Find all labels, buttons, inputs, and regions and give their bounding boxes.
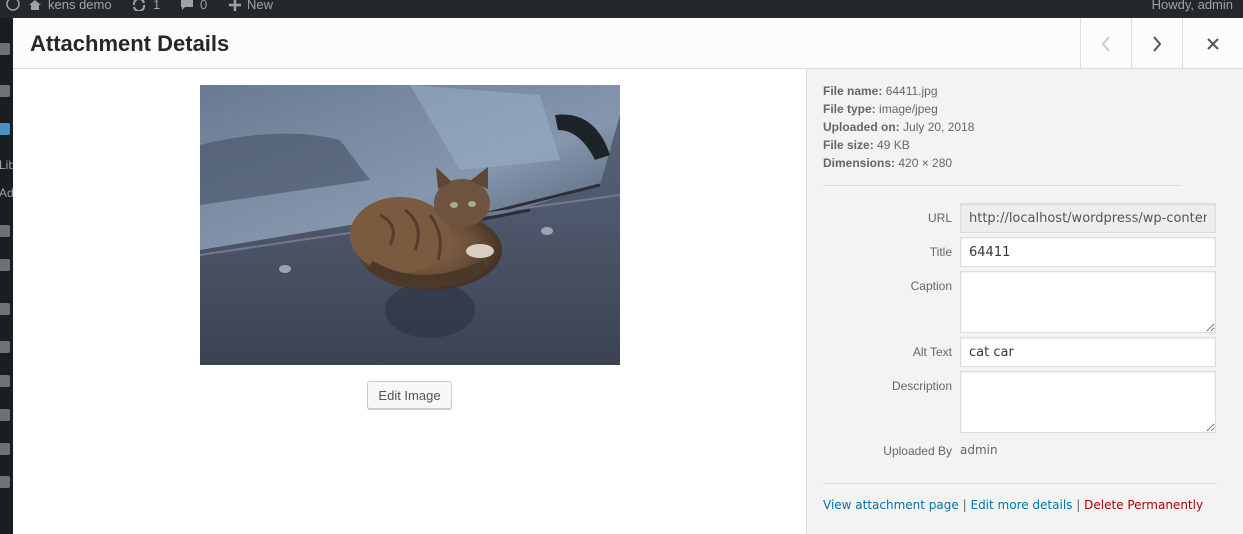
new-content-menu[interactable]: New <box>229 0 273 11</box>
appearance-icon[interactable] <box>0 303 10 315</box>
title-field[interactable] <box>960 237 1216 267</box>
file-size-label: File size: <box>823 138 874 152</box>
next-attachment-button[interactable] <box>1131 18 1182 69</box>
close-icon <box>1207 37 1219 50</box>
edit-more-details-link[interactable]: Edit more details <box>970 498 1072 512</box>
modal-title: Attachment Details <box>30 31 230 56</box>
url-field[interactable] <box>960 203 1216 233</box>
tools-icon[interactable] <box>0 409 10 421</box>
attachment-image <box>200 85 620 365</box>
caption-field[interactable] <box>960 271 1216 333</box>
file-size-row: File size: 49 KB <box>823 136 1183 154</box>
sidebar-submenu-add[interactable]: Ad <box>0 186 13 200</box>
attachment-media-view: Edit Image <box>13 69 806 534</box>
comments-icon[interactable] <box>0 259 10 271</box>
attachment-info-sidebar: File name: 64411.jpg File type: image/jp… <box>806 69 1243 534</box>
details-divider <box>823 185 1182 186</box>
uploaded-on-label: Uploaded on: <box>823 120 900 134</box>
comments-menu[interactable]: 0 <box>180 0 207 11</box>
wordpress-logo-icon[interactable] <box>6 0 20 13</box>
media-icon[interactable] <box>0 123 10 135</box>
attachment-actions: View attachment page | Edit more details… <box>823 498 1203 512</box>
view-attachment-page-link[interactable]: View attachment page <box>823 498 959 512</box>
settings-icon[interactable] <box>0 443 10 455</box>
alt-text-label: Alt Text <box>912 345 952 359</box>
file-name-value: 64411.jpg <box>885 84 938 98</box>
pages-icon[interactable] <box>0 225 10 237</box>
file-type-label: File type: <box>823 102 876 116</box>
plus-icon <box>229 0 241 11</box>
title-label: Title <box>929 245 952 259</box>
cat-on-car-photo <box>200 85 620 365</box>
edit-image-button[interactable]: Edit Image <box>367 381 452 409</box>
collapse-menu-icon[interactable] <box>0 476 10 488</box>
uploaded-by-value: admin <box>960 443 998 457</box>
uploaded-by-label: Uploaded By <box>883 444 952 458</box>
site-name: kens demo <box>48 0 112 12</box>
alt-text-field[interactable] <box>960 337 1216 367</box>
description-label: Description <box>891 379 952 393</box>
account-menu[interactable]: Howdy, admin <box>1152 0 1233 11</box>
new-label: New <box>247 0 274 12</box>
file-name-row: File name: 64411.jpg <box>823 82 1183 100</box>
delete-permanently-link[interactable]: Delete Permanently <box>1084 498 1203 512</box>
dimensions-label: Dimensions: <box>823 156 896 170</box>
home-icon <box>29 0 41 10</box>
chevron-right-icon <box>1153 35 1162 52</box>
chevron-left-icon <box>1101 35 1110 52</box>
dimensions-value: 420 × 280 <box>898 156 953 170</box>
sidebar-submenu-library[interactable]: Lib <box>0 158 13 172</box>
file-name-label: File name: <box>823 84 883 98</box>
caption-label: Caption <box>910 279 952 293</box>
updates-count: 1 <box>153 0 161 12</box>
file-type-value: image/jpeg <box>879 102 938 116</box>
description-field[interactable] <box>960 371 1216 433</box>
file-details: File name: 64411.jpg File type: image/jp… <box>823 82 1183 172</box>
uploaded-on-row: Uploaded on: July 20, 2018 <box>823 118 1183 136</box>
comments-count: 0 <box>200 0 208 12</box>
file-size-value: 49 KB <box>877 138 910 152</box>
comment-icon <box>181 0 193 10</box>
modal-header: Attachment Details <box>13 18 1243 69</box>
dashboard-icon[interactable] <box>0 43 10 55</box>
file-type-row: File type: image/jpeg <box>823 100 1183 118</box>
url-label: URL <box>927 211 952 225</box>
site-name-menu[interactable]: kens demo <box>28 0 112 11</box>
users-icon[interactable] <box>0 375 10 387</box>
updates-menu[interactable]: 1 <box>131 0 160 11</box>
attachment-details-modal: Attachment Details Edit Image File name:… <box>13 18 1243 534</box>
actions-separator: | <box>962 498 967 512</box>
admin-sidebar: Lib Ad <box>0 18 13 534</box>
uploaded-on-value: July 20, 2018 <box>903 120 975 134</box>
howdy-text: Howdy, admin <box>1151 0 1233 12</box>
posts-icon[interactable] <box>0 85 10 97</box>
actions-divider <box>823 483 1217 484</box>
close-modal-button[interactable] <box>1182 18 1243 69</box>
previous-attachment-button[interactable] <box>1080 18 1131 69</box>
updates-icon <box>132 0 146 11</box>
actions-separator: | <box>1076 498 1081 512</box>
plugins-icon[interactable] <box>0 341 10 353</box>
admin-bar: kens demo 1 0 New Howdy, admin <box>0 0 1243 18</box>
dimensions-row: Dimensions: 420 × 280 <box>823 154 1183 172</box>
